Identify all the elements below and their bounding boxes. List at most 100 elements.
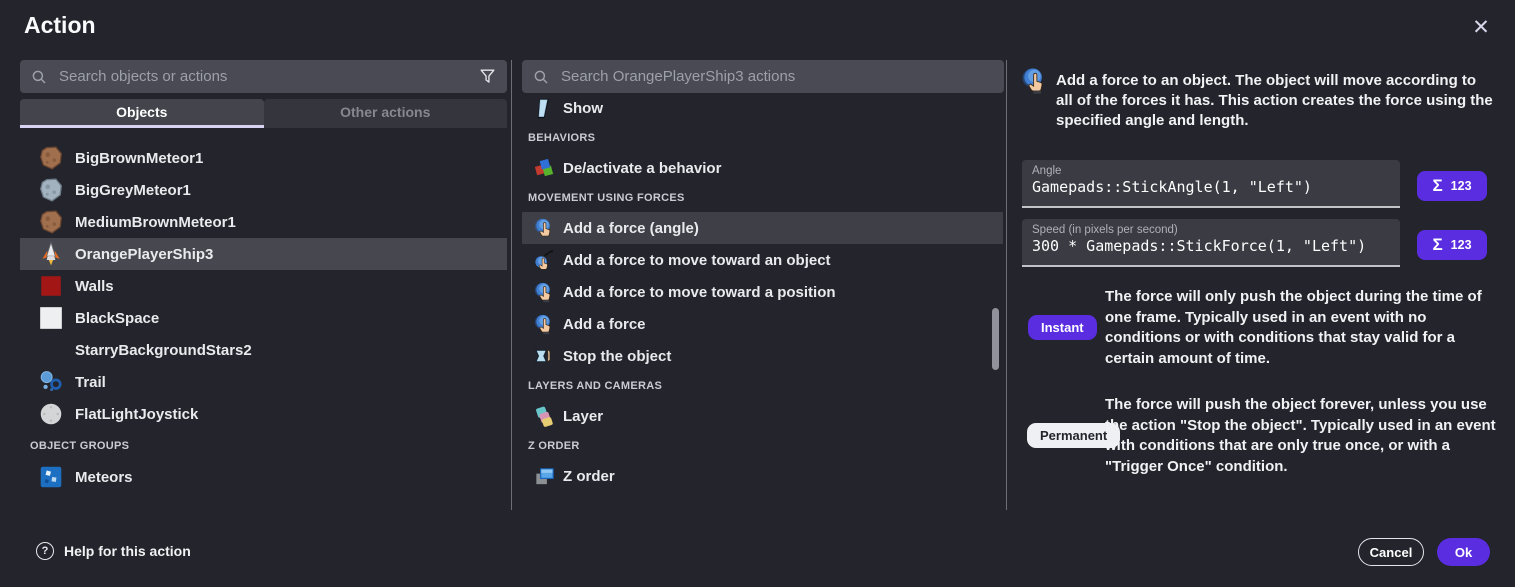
list-item-label: Z order <box>563 468 615 485</box>
force-icon <box>533 313 556 336</box>
left-panel-tabs: Objects Other actions <box>20 99 507 128</box>
red-square-icon <box>38 273 64 299</box>
list-item-label: FlatLightJoystick <box>75 406 198 423</box>
filter-icon[interactable] <box>478 67 497 86</box>
numbers-icon: 123 <box>1451 238 1472 252</box>
list-item-label: BlackSpace <box>75 310 159 327</box>
tab-objects[interactable]: Objects <box>20 99 264 128</box>
list-item-label: Add a force to move toward a position <box>563 284 836 301</box>
numbers-icon: 123 <box>1451 179 1472 193</box>
list-item[interactable]: Show <box>522 92 1003 124</box>
list-item-label: Add a force <box>563 316 646 333</box>
object-search-input[interactable] <box>57 67 469 86</box>
list-item[interactable]: Add a force to move toward a position <box>522 276 1003 308</box>
list-section-header: OBJECT GROUPS <box>20 430 507 461</box>
list-item-label: Show <box>563 100 603 117</box>
action-search-bar <box>522 60 1004 93</box>
show-icon <box>533 97 556 120</box>
force-icon <box>533 217 556 240</box>
list-item[interactable]: BigGreyMeteor1 <box>20 174 507 206</box>
meteor-brown-icon <box>38 209 64 235</box>
meteor-group-icon <box>38 464 64 490</box>
angle-input[interactable] <box>1032 178 1390 196</box>
zorder-icon <box>533 465 556 488</box>
cancel-button[interactable]: Cancel <box>1358 538 1424 566</box>
action-list: Show BEHAVIORS De/activate a behavior MOVEM… <box>522 92 1003 510</box>
list-item-label: BigBrownMeteor1 <box>75 150 203 167</box>
list-item-label: BigGreyMeteor1 <box>75 182 191 199</box>
stop-icon <box>533 345 556 368</box>
speed-expression-button[interactable]: Σ 123 <box>1417 230 1487 260</box>
force-icon <box>1020 66 1050 96</box>
permanent-description: The force will push the object forever, … <box>1105 395 1497 477</box>
list-item[interactable]: Layer <box>522 400 1003 432</box>
force-icon <box>533 281 556 304</box>
list-item[interactable]: MediumBrownMeteor1 <box>20 206 507 238</box>
list-item[interactable]: Stop the object <box>522 340 1003 372</box>
sigma-icon: Σ <box>1432 176 1442 196</box>
list-item-label: Stop the object <box>563 348 671 365</box>
list-item[interactable]: BigBrownMeteor1 <box>20 142 507 174</box>
list-item[interactable]: Meteors <box>20 461 507 493</box>
instant-description: The force will only push the object duri… <box>1105 287 1497 369</box>
action-description: Add a force to an object. The object wil… <box>1056 71 1496 131</box>
instant-badge[interactable]: Instant <box>1028 315 1097 340</box>
list-section-header: LAYERS AND CAMERAS <box>522 372 1003 400</box>
speed-input[interactable] <box>1032 237 1390 255</box>
meteor-grey-icon <box>38 177 64 203</box>
action-list-scrollbar[interactable] <box>992 308 999 370</box>
list-item-label: Walls <box>75 278 114 295</box>
list-item[interactable]: Add a force <box>522 308 1003 340</box>
page-title: Action <box>24 12 96 39</box>
joystick-icon <box>38 401 64 427</box>
list-item[interactable]: De/activate a behavior <box>522 152 1003 184</box>
list-section-header: MOVEMENT USING FORCES <box>522 184 1003 212</box>
list-item-label: Trail <box>75 374 106 391</box>
force-toward-object-icon <box>533 249 556 272</box>
list-item-label: MediumBrownMeteor1 <box>75 214 236 231</box>
search-icon <box>532 68 550 86</box>
ok-button[interactable]: Ok <box>1437 538 1490 566</box>
angle-field-label: Angle <box>1032 165 1390 177</box>
list-section-header: BEHAVIORS <box>522 124 1003 152</box>
layer-icon <box>533 405 556 428</box>
none <box>38 337 64 363</box>
spaceship-icon <box>38 241 64 267</box>
help-link[interactable]: ? Help for this action <box>36 542 191 560</box>
list-item-label: De/activate a behavior <box>563 160 721 177</box>
trail-icon <box>38 369 64 395</box>
action-search-input[interactable] <box>559 67 994 86</box>
list-item[interactable]: Z order <box>522 460 1003 492</box>
list-item[interactable]: Trail <box>20 366 507 398</box>
angle-field[interactable]: Angle <box>1022 160 1400 208</box>
angle-expression-button[interactable]: Σ 123 <box>1417 171 1487 201</box>
help-label: Help for this action <box>64 543 191 559</box>
object-list: BigBrownMeteor1 BigGreyMeteor1 MediumBrown… <box>20 142 507 510</box>
list-item-label: Add a force to move toward an object <box>563 252 831 269</box>
list-item[interactable]: FlatLightJoystick <box>20 398 507 430</box>
list-item[interactable]: Add a force to move toward an object <box>522 244 1003 276</box>
list-item[interactable]: BlackSpace <box>20 302 507 334</box>
list-item-label: StarryBackgroundStars2 <box>75 342 252 359</box>
speed-field[interactable]: Speed (in pixels per second) <box>1022 219 1400 267</box>
white-square-icon <box>38 305 64 331</box>
list-item-label: Meteors <box>75 469 133 486</box>
close-icon[interactable]: ✕ <box>1466 12 1496 42</box>
behavior-icon <box>533 157 556 180</box>
list-item[interactable]: Walls <box>20 270 507 302</box>
panel-divider <box>1006 60 1007 510</box>
sigma-icon: Σ <box>1432 235 1442 255</box>
list-item[interactable]: OrangePlayerShip3 <box>20 238 507 270</box>
panel-divider <box>511 60 512 510</box>
list-item-label: Add a force (angle) <box>563 220 699 237</box>
list-item-label: OrangePlayerShip3 <box>75 246 213 263</box>
help-icon: ? <box>36 542 54 560</box>
tab-other-actions[interactable]: Other actions <box>264 99 508 128</box>
speed-field-label: Speed (in pixels per second) <box>1032 224 1390 236</box>
list-item[interactable]: StarryBackgroundStars2 <box>20 334 507 366</box>
object-search-bar <box>20 60 507 93</box>
list-item-label: Layer <box>563 408 603 425</box>
list-item[interactable]: Add a force (angle) <box>522 212 1003 244</box>
search-icon <box>30 68 48 86</box>
meteor-brown-icon <box>38 145 64 171</box>
